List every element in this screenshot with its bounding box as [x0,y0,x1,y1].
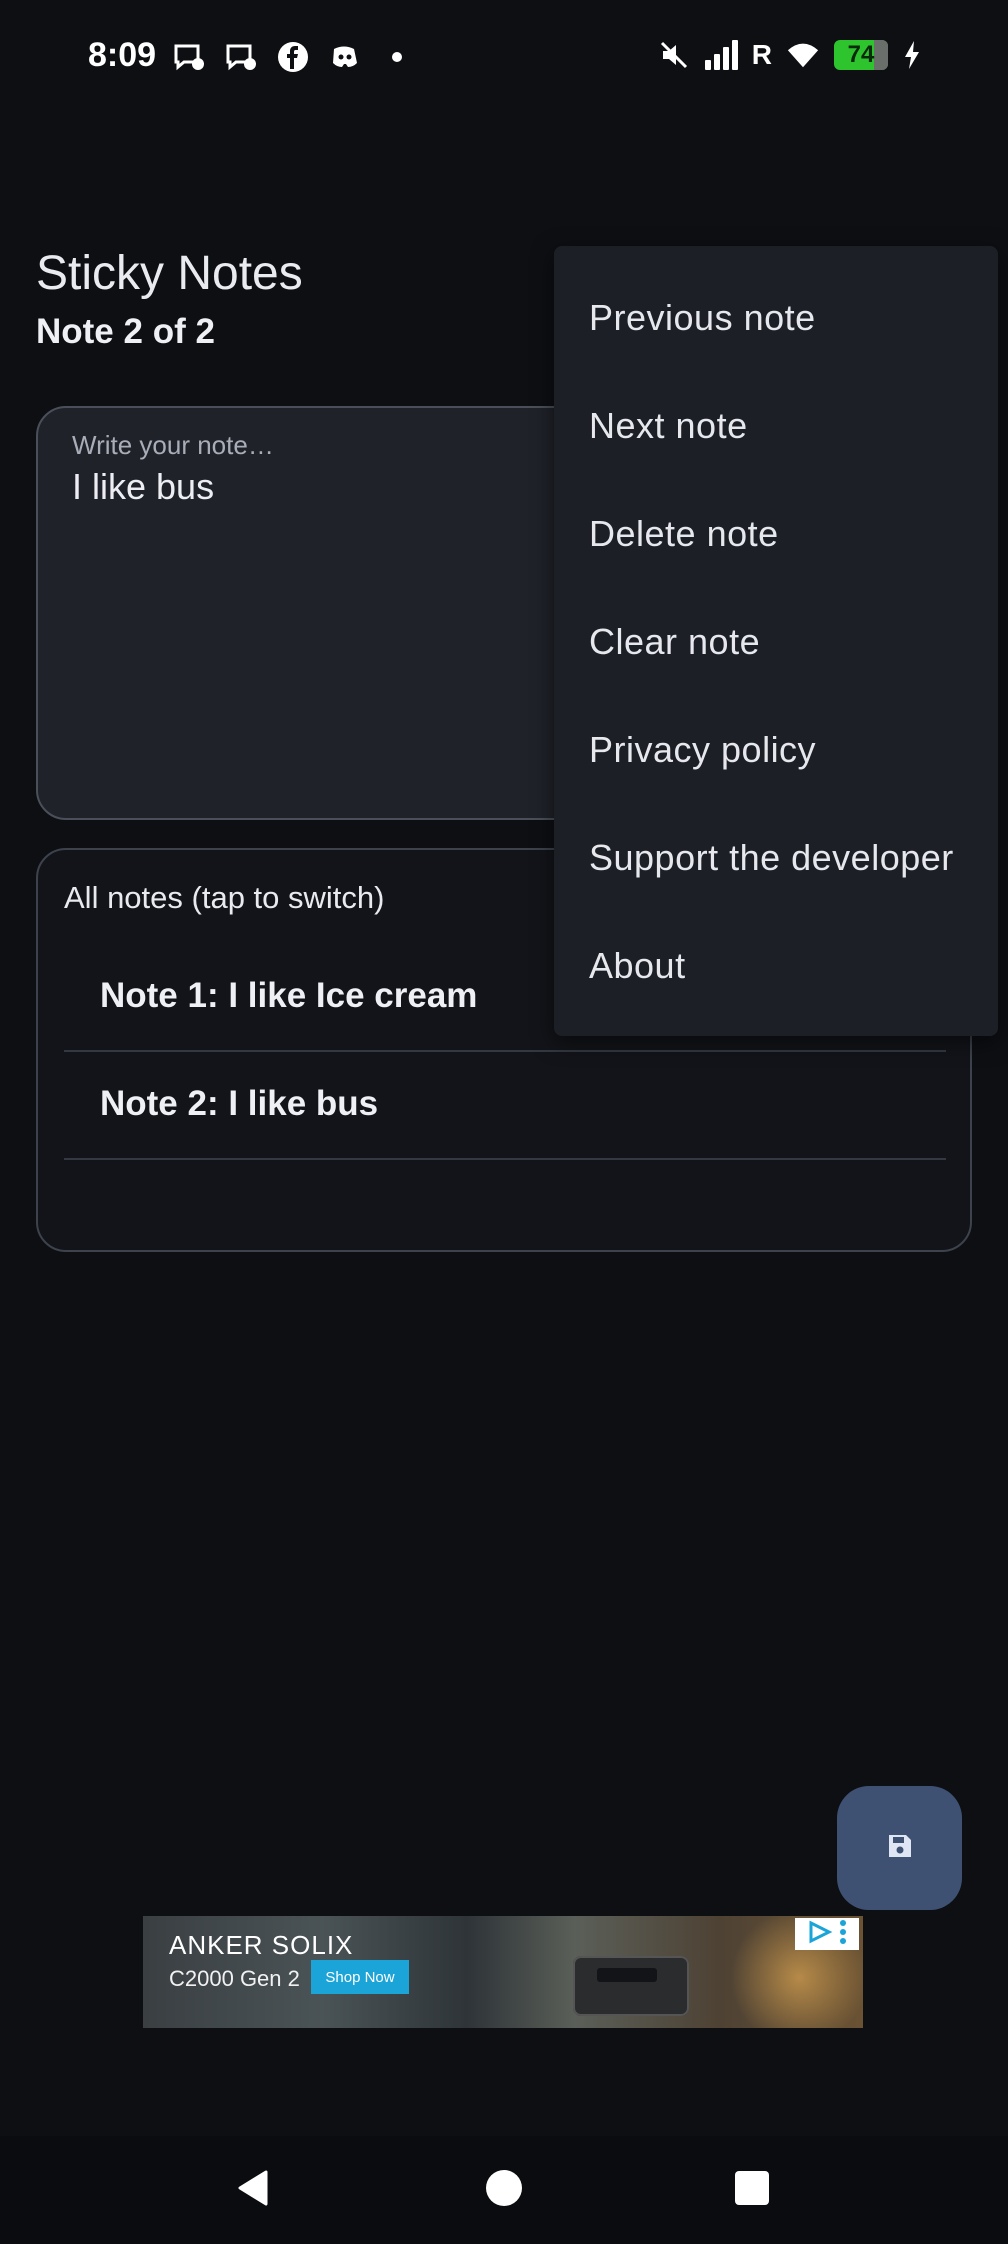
home-button[interactable] [450,2136,558,2244]
wifi-icon [786,38,820,72]
ad-choices-icon [807,1920,833,1949]
dot-icon [380,40,414,74]
signal-icon [704,40,738,70]
home-icon [485,2169,523,2212]
page-title: Sticky Notes [36,247,303,300]
menu-item-next-note[interactable]: Next note [554,376,998,484]
recents-button[interactable] [698,2136,806,2244]
status-bar: 8:09 R 74 [0,0,1008,116]
battery-icon: 74 [834,40,888,70]
menu-item-label: Clear note [589,621,761,662]
battery-level: 74 [847,41,875,68]
menu-item-label: Next note [589,405,748,446]
save-button[interactable] [837,1786,962,1910]
discord-icon [328,40,362,74]
charging-icon [902,38,922,72]
menu-item-label: Privacy policy [589,729,817,770]
menu-item-label: Support the developer [589,837,954,878]
save-icon [887,1833,913,1864]
messenger-icon [172,40,206,74]
status-time: 8:09 [88,36,157,74]
facebook-icon [276,40,310,74]
menu-item-clear-note[interactable]: Clear note [554,592,998,700]
menu-item-label: About [589,945,686,986]
note-counter: Note 2 of 2 [36,312,215,351]
ad-product-image [573,1956,689,2016]
menu-item-delete-note[interactable]: Delete note [554,484,998,592]
menu-item-label: Previous note [589,297,816,338]
ad-choices[interactable] [795,1918,859,1950]
note-input-label: Write your note… [72,430,274,460]
menu-item-previous-note[interactable]: Previous note [554,268,998,376]
back-icon [234,2168,274,2213]
menu-item-label: Delete note [589,513,779,554]
notification-icons [172,40,414,74]
list-item-label: Note 2: I like bus [100,1084,379,1123]
ad-brand: ANKER SOLIX [169,1930,354,1960]
notes-list-title: All notes (tap to switch) [64,880,385,915]
more-icon [839,1919,847,1950]
menu-item-about[interactable]: About [554,916,998,1024]
list-item[interactable]: Note 2: I like bus [64,1052,946,1160]
network-label: R [751,39,772,70]
ad-product: C2000 Gen 2 [169,1966,300,1991]
messenger-icon [224,40,258,74]
recents-icon [734,2170,770,2211]
back-button[interactable] [200,2136,308,2244]
list-item-label: Note 1: I like Ice cream [100,976,478,1015]
menu-item-support-developer[interactable]: Support the developer [554,808,998,916]
navigation-bar [0,2136,1008,2244]
system-icons: R 74 [657,38,922,72]
menu-item-privacy-policy[interactable]: Privacy policy [554,700,998,808]
overflow-menu: Previous note Next note Delete note Clea… [554,246,998,1036]
ad-shop-now-button[interactable]: Shop Now [311,1960,409,1994]
note-input[interactable]: I like bus [72,466,214,508]
mute-icon [657,38,691,72]
ad-banner[interactable]: ANKER SOLIX C2000 Gen 2 Shop Now [143,1916,863,2028]
